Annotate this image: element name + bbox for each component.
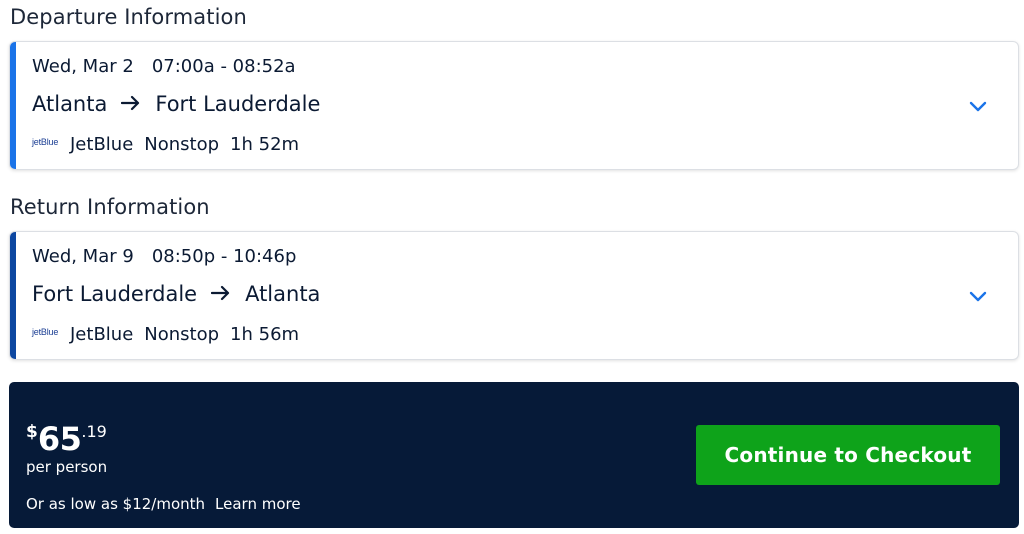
departure-duration: 1h 52m: [230, 134, 300, 155]
return-flight-card[interactable]: Wed, Mar 9 08:50p - 10:46p Fort Lauderdal…: [9, 231, 1019, 360]
departure-stops: Nonstop: [144, 134, 220, 155]
price-amount: $65.19: [26, 420, 107, 458]
arrow-right-icon: [121, 92, 141, 116]
price-whole: 65: [37, 420, 82, 458]
price-currency: $: [26, 422, 38, 442]
return-heading: Return Information: [10, 195, 210, 219]
departure-destination: Fort Lauderdale: [155, 92, 321, 116]
return-airline: JetBlue: [70, 324, 134, 345]
return-date: Wed, Mar 9: [32, 246, 134, 267]
departure-flight-card[interactable]: Wed, Mar 2 07:00a - 08:52a Atlanta Fort L…: [9, 41, 1019, 170]
return-date-time: Wed, Mar 9 08:50p - 10:46p: [32, 246, 296, 267]
return-duration: 1h 56m: [230, 324, 300, 345]
departure-origin: Atlanta: [32, 92, 108, 116]
learn-more-link[interactable]: Learn more: [215, 495, 301, 513]
continue-to-checkout-button[interactable]: Continue to Checkout: [696, 425, 1000, 485]
per-person-label: per person: [26, 458, 108, 476]
jetblue-logo: jetBlue: [32, 136, 59, 147]
financing-info: Or as low as $12/month Learn more: [26, 495, 301, 513]
chevron-down-icon[interactable]: [968, 98, 988, 112]
departure-route: Atlanta Fort Lauderdale: [32, 92, 320, 116]
return-destination: Atlanta: [245, 282, 321, 306]
departure-airline: JetBlue: [70, 134, 134, 155]
departure-date: Wed, Mar 2: [32, 56, 134, 77]
financing-text: Or as low as $12/month: [26, 495, 206, 513]
return-stops: Nonstop: [144, 324, 220, 345]
price-cents: .19: [81, 422, 107, 441]
departure-accent-bar: [10, 42, 16, 169]
return-origin: Fort Lauderdale: [32, 282, 198, 306]
departure-airline-info: jetBlue JetBlue Nonstop 1h 52m: [32, 134, 299, 155]
price-summary-bar: $65.19 per person Or as low as $12/month…: [9, 382, 1019, 528]
return-airline-info: jetBlue JetBlue Nonstop 1h 56m: [32, 324, 299, 345]
return-time: 08:50p - 10:46p: [151, 246, 297, 267]
return-accent-bar: [10, 232, 16, 359]
return-route: Fort Lauderdale Atlanta: [32, 282, 320, 306]
departure-heading: Departure Information: [10, 5, 247, 29]
departure-date-time: Wed, Mar 2 07:00a - 08:52a: [32, 56, 296, 77]
jetblue-logo: jetBlue: [32, 326, 59, 337]
chevron-down-icon[interactable]: [968, 288, 988, 302]
arrow-right-icon: [210, 282, 231, 306]
departure-time: 07:00a - 08:52a: [151, 56, 296, 77]
